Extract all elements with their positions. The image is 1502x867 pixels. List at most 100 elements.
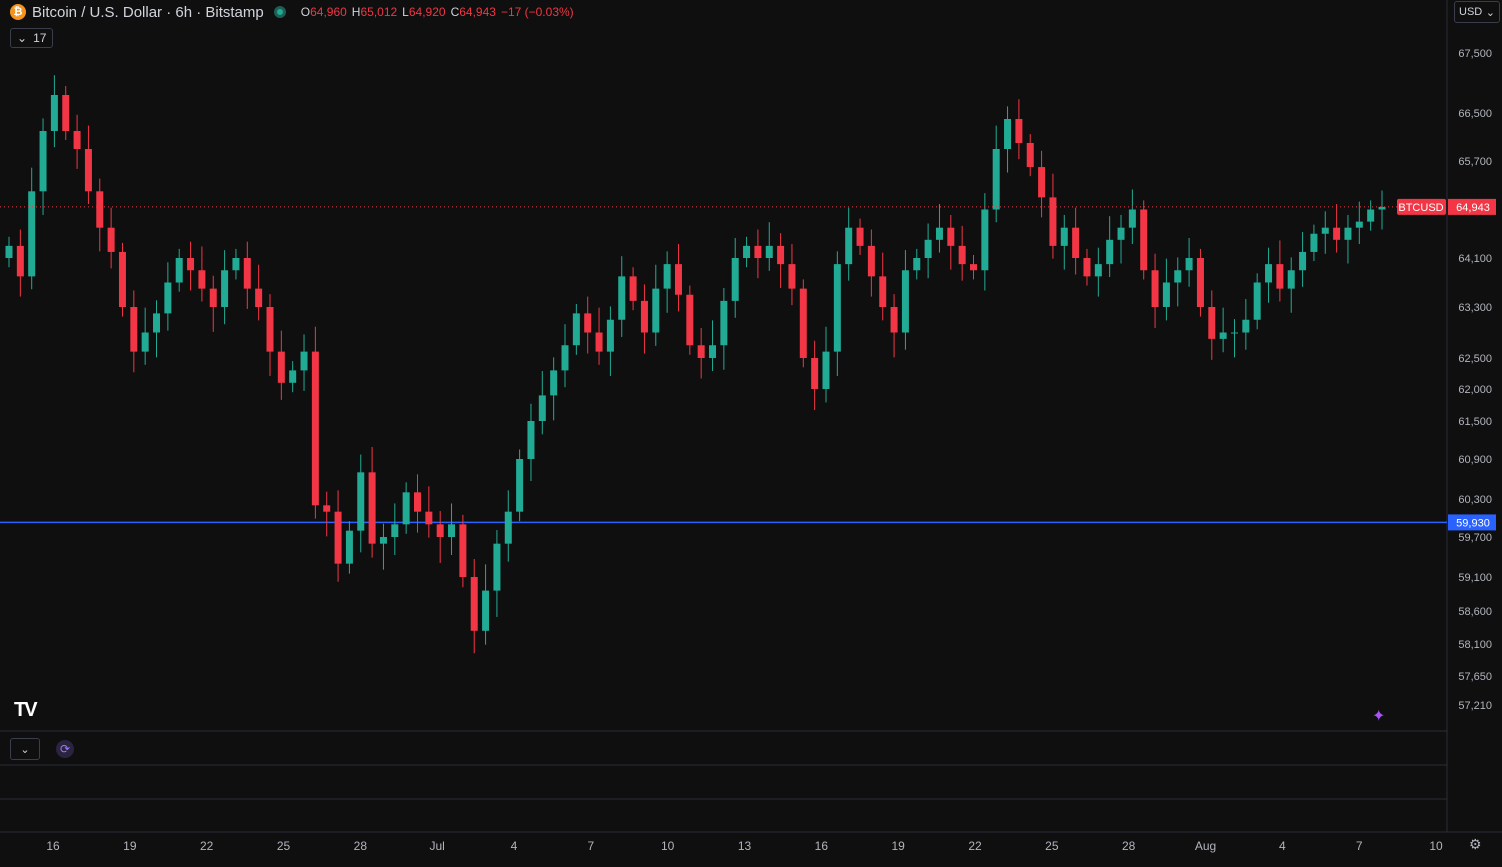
chevron-down-icon: ⌄: [20, 743, 30, 756]
candle-body: [743, 245, 751, 258]
time-tick-label: 10: [661, 839, 675, 853]
candle-body: [538, 395, 546, 421]
chevron-down-icon: ⌄: [17, 31, 28, 45]
gear-icon[interactable]: ⚙: [1469, 836, 1487, 854]
candle-body: [629, 276, 637, 301]
horizontal-line-price-label: 59,930: [1456, 517, 1490, 529]
candle-body: [448, 524, 456, 537]
candle-body: [1049, 197, 1057, 246]
candle-body: [1128, 209, 1136, 228]
candle-body: [856, 227, 864, 246]
candle-body: [130, 307, 138, 352]
candle-body: [141, 332, 149, 352]
candle-body: [833, 264, 841, 352]
price-tick-label: 66,500: [1458, 108, 1492, 120]
price-tick-label: 61,500: [1458, 416, 1492, 428]
ohlc-values: O 64,960 H 65,012 L 64,920 C 64,943 −17 (−0.…: [296, 5, 574, 19]
candle-body: [28, 191, 36, 277]
candle-body: [96, 191, 104, 228]
candle-body: [243, 258, 251, 289]
indicators-toggle-button[interactable]: ⌄ 17: [10, 28, 54, 48]
candle-body: [425, 511, 433, 525]
candle-body: [1174, 270, 1182, 283]
candle-body: [459, 524, 467, 577]
price-tick-label: 64,100: [1458, 253, 1492, 265]
candle-body: [1333, 227, 1341, 240]
candle-body: [5, 245, 13, 258]
candle-body: [1094, 264, 1102, 277]
candle-body: [255, 288, 263, 307]
price-tick-label: 57,650: [1458, 671, 1492, 683]
tradingview-logo[interactable]: TV: [14, 699, 38, 722]
price-tick-label: 62,500: [1458, 353, 1492, 365]
high-label: H: [351, 5, 361, 19]
low-value: 64,920: [408, 5, 446, 19]
open-label: O: [300, 5, 311, 19]
currency-select[interactable]: USD ⌄: [1454, 1, 1500, 23]
replay-icon[interactable]: ⟳: [56, 740, 74, 758]
candle-body: [153, 313, 161, 333]
candle-body: [436, 524, 444, 537]
candle-body: [50, 95, 58, 131]
collapse-pane-button[interactable]: ⌄: [10, 738, 40, 760]
last-price-line-group: BTCUSD 64,943: [0, 198, 1496, 215]
candle-body: [368, 472, 376, 544]
candle-body: [289, 370, 297, 383]
candle-body: [300, 351, 308, 371]
candle-body: [788, 264, 796, 289]
candle-body: [845, 227, 853, 265]
candle-body: [709, 345, 717, 358]
candles-series: [5, 75, 1386, 654]
close-label: C: [450, 5, 460, 19]
candle-body: [1287, 270, 1295, 289]
candle-body: [1106, 239, 1114, 265]
candle-body: [640, 300, 648, 333]
price-tick-label: 60,900: [1458, 454, 1492, 466]
candle-body: [323, 505, 331, 512]
candle-body: [334, 511, 342, 564]
change-value: −17 (−0.03%): [500, 5, 574, 19]
symbol-legend[interactable]: ₿ Bitcoin / U.S. Dollar · 6h · Bitstamp …: [10, 3, 574, 21]
price-scale: 67,500 66,500 65,700 64,100 63,300 62,500 62,0…: [1458, 48, 1492, 712]
time-tick-label: 16: [815, 839, 829, 853]
candle-body: [198, 270, 206, 289]
candle-body: [1253, 282, 1261, 320]
candle-body: [879, 276, 887, 307]
candle-body: [686, 294, 694, 346]
candle-body: [84, 149, 92, 192]
candle-body: [345, 530, 353, 564]
market-open-dot-icon: [273, 6, 286, 18]
candle-body: [958, 245, 966, 265]
time-tick-label: 13: [738, 839, 752, 853]
symbol-title: Bitcoin / U.S. Dollar · 6h · Bitstamp: [32, 3, 264, 21]
candle-body: [550, 370, 558, 396]
candle-body: [1162, 282, 1170, 307]
candle-body: [765, 245, 773, 258]
price-tick-label: 57,210: [1458, 700, 1492, 712]
candle-body: [720, 300, 728, 346]
candle-body: [674, 264, 682, 295]
candle-body: [1151, 270, 1159, 307]
close-value: 64,943: [459, 5, 496, 19]
candle-body: [913, 258, 921, 271]
candle-body: [663, 264, 671, 289]
candle-body: [1299, 251, 1307, 271]
candle-body: [697, 345, 705, 358]
candle-body: [924, 239, 932, 258]
candle-body: [1265, 264, 1273, 283]
price-tick-label: 58,600: [1458, 606, 1492, 618]
candle-body: [1276, 264, 1284, 289]
candle-body: [107, 227, 115, 252]
indicators-count: 17: [33, 31, 47, 45]
candle-body: [867, 245, 875, 277]
candle-body: [1083, 258, 1091, 277]
sparkle-icon[interactable]: ✦: [1372, 706, 1396, 730]
candle-body: [970, 264, 978, 271]
candle-body: [561, 345, 569, 371]
candle-body: [413, 492, 421, 512]
candle-body: [731, 258, 739, 301]
time-tick-label: 19: [123, 839, 137, 853]
candle-body: [1117, 227, 1125, 240]
candle-body: [232, 258, 240, 271]
price-chart[interactable]: 59,930 BTCUSD 64,943 67,500 66,500 65,700 64…: [0, 0, 1502, 867]
